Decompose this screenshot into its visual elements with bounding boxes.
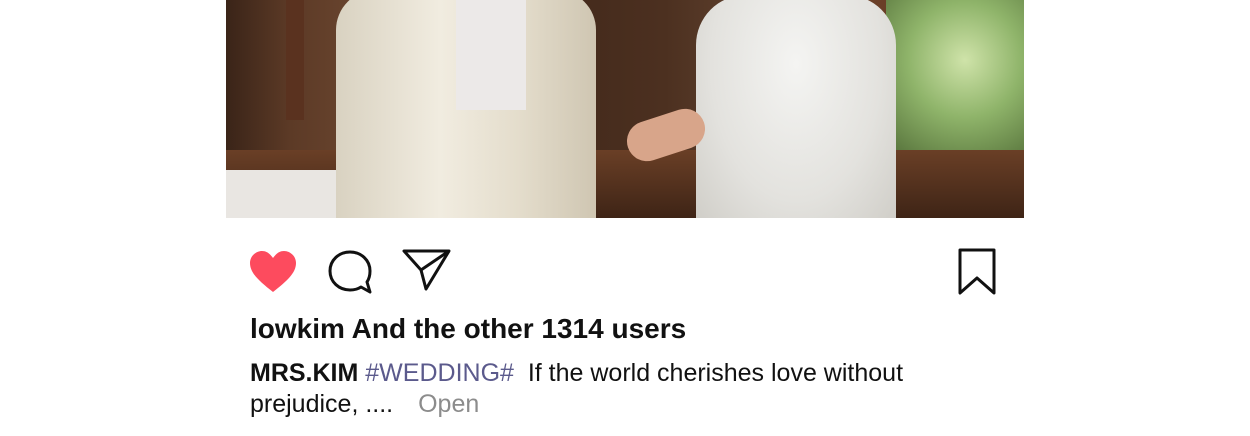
comment-icon[interactable] bbox=[327, 249, 373, 295]
send-icon[interactable] bbox=[402, 248, 452, 292]
bookmark-icon[interactable] bbox=[957, 248, 997, 296]
heart-icon[interactable] bbox=[249, 250, 297, 294]
photo-window bbox=[876, 0, 1024, 150]
caption-username[interactable]: MRS.KIM bbox=[250, 359, 358, 387]
post-card bbox=[226, 0, 1024, 218]
post-caption: MRS.KIM #WEDDING# If the world cherishes… bbox=[250, 358, 950, 420]
caption-hashtag[interactable]: #WEDDING# bbox=[365, 359, 514, 387]
caption-more-link[interactable]: Open bbox=[418, 390, 479, 418]
post-photo[interactable] bbox=[226, 0, 1024, 218]
likes-summary[interactable]: lowkim And the other 1314 users bbox=[250, 313, 686, 345]
